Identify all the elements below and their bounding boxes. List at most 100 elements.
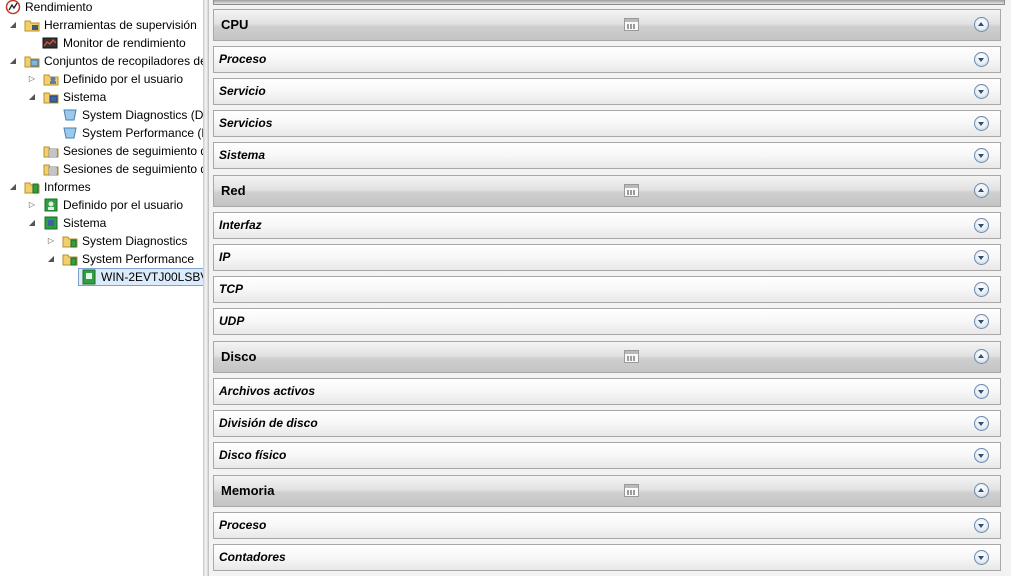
expand-button-icon[interactable] bbox=[974, 218, 989, 233]
tree-item-sistema-informes[interactable]: ◢ Sistema bbox=[0, 214, 200, 232]
tree-item-label: Conjuntos de recopiladores de bbox=[44, 54, 203, 68]
tree-item-label: Rendimiento bbox=[25, 0, 93, 14]
expand-arrow-icon[interactable]: ◢ bbox=[8, 178, 18, 196]
section-disco[interactable]: Disco bbox=[213, 341, 1001, 373]
tree-item-label: Sistema bbox=[63, 90, 107, 104]
expand-arrow-icon[interactable]: ◢ bbox=[8, 52, 18, 70]
subsection-division-disco[interactable]: División de disco bbox=[213, 410, 1001, 437]
tree-item-sesiones-seguimiento-2[interactable]: Sesiones de seguimiento d bbox=[0, 160, 203, 178]
expand-button-icon[interactable] bbox=[974, 116, 989, 131]
report-folder-icon bbox=[62, 251, 78, 267]
section-red[interactable]: Red bbox=[213, 175, 1001, 207]
expand-arrow-icon[interactable]: ◢ bbox=[8, 16, 18, 34]
tree-item-sesiones-seguimiento-1[interactable]: Sesiones de seguimiento d bbox=[0, 142, 203, 160]
user-defined-folder-icon bbox=[43, 71, 59, 87]
section-cpu[interactable]: CPU bbox=[213, 9, 1001, 41]
subsection-title: Proceso bbox=[219, 518, 267, 532]
subsection-title: Interfaz bbox=[219, 218, 262, 232]
tree-item-system-diagnostics[interactable]: System Diagnostics (Di bbox=[0, 106, 203, 124]
tree-item-system-diagnostics-informe[interactable]: ▷ System Diagnostics bbox=[0, 232, 200, 250]
subsection-title: UDP bbox=[219, 314, 245, 328]
reports-folder-icon bbox=[24, 179, 40, 195]
system-reports-icon bbox=[43, 215, 59, 231]
tree-item-sistema[interactable]: ◢ Sistema bbox=[0, 88, 200, 106]
expand-button-icon[interactable] bbox=[974, 550, 989, 565]
collapse-button-icon[interactable] bbox=[974, 483, 989, 498]
tree-item-system-performance[interactable]: System Performance (F bbox=[0, 124, 203, 142]
expand-arrow-icon[interactable]: ◢ bbox=[27, 214, 37, 232]
expand-button-icon[interactable] bbox=[974, 148, 989, 163]
tree-item-conjuntos[interactable]: ◢ Conjuntos de recopiladores de bbox=[0, 52, 203, 70]
subsection-disco-fisico[interactable]: Disco físico bbox=[213, 442, 1001, 469]
section-title: CPU bbox=[221, 17, 249, 32]
tree-item-label: System Diagnostics (Di bbox=[82, 108, 203, 122]
report-pane: CPU Proceso Servicio Servicios Sistema R… bbox=[209, 0, 1011, 576]
collapse-arrow-icon[interactable]: ▷ bbox=[46, 232, 56, 250]
previous-section-edge bbox=[213, 0, 1005, 5]
tree-item-label: Sesiones de seguimiento d bbox=[63, 144, 203, 158]
subsection-title: Contadores bbox=[219, 550, 286, 564]
subsection-proceso[interactable]: Proceso bbox=[213, 46, 1001, 73]
tree-item-rendimiento[interactable]: Rendimiento bbox=[0, 0, 200, 16]
expand-arrow-icon[interactable]: ◢ bbox=[27, 88, 37, 106]
table-view-icon[interactable] bbox=[624, 484, 639, 497]
performance-icon bbox=[5, 0, 21, 15]
expand-button-icon[interactable] bbox=[974, 250, 989, 265]
tree-item-definido-usuario-informes[interactable]: ▷ Definido por el usuario bbox=[0, 196, 200, 214]
tree-item-label: System Performance bbox=[82, 252, 195, 266]
collector-sets-icon bbox=[24, 53, 40, 69]
table-view-icon[interactable] bbox=[624, 350, 639, 363]
tree-item-report-selected[interactable]: WIN-2EVTJ00LSBV_ bbox=[78, 268, 203, 286]
subsection-proceso-memoria[interactable]: Proceso bbox=[213, 512, 1001, 539]
tree-item-label: Definido por el usuario bbox=[63, 72, 184, 86]
expand-button-icon[interactable] bbox=[974, 384, 989, 399]
tree-item-herramientas[interactable]: ◢ Herramientas de supervisión bbox=[0, 16, 200, 34]
subsection-title: IP bbox=[219, 250, 231, 264]
tree-item-label: Definido por el usuario bbox=[63, 198, 184, 212]
tree-item-label: System Diagnostics bbox=[82, 234, 188, 248]
expand-button-icon[interactable] bbox=[974, 448, 989, 463]
navigation-tree: Rendimiento ◢ Herramientas de supervisió… bbox=[0, 0, 203, 576]
collapse-button-icon[interactable] bbox=[974, 183, 989, 198]
section-memoria[interactable]: Memoria bbox=[213, 475, 1001, 507]
subsection-title: Sistema bbox=[219, 148, 266, 162]
section-title: Disco bbox=[221, 349, 257, 364]
subsection-udp[interactable]: UDP bbox=[213, 308, 1001, 335]
subsection-title: TCP bbox=[219, 282, 243, 296]
subsection-servicios[interactable]: Servicios bbox=[213, 110, 1001, 137]
trace-session-icon bbox=[43, 143, 59, 159]
subsection-title: Disco físico bbox=[219, 448, 287, 462]
table-view-icon[interactable] bbox=[624, 18, 639, 31]
subsection-servicio[interactable]: Servicio bbox=[213, 78, 1001, 105]
subsection-tcp[interactable]: TCP bbox=[213, 276, 1001, 303]
tree-item-monitor-rendimiento[interactable]: Monitor de rendimiento bbox=[0, 34, 200, 52]
tree-item-label: Sistema bbox=[63, 216, 107, 230]
expand-button-icon[interactable] bbox=[974, 518, 989, 533]
subsection-sistema[interactable]: Sistema bbox=[213, 142, 1001, 169]
expand-button-icon[interactable] bbox=[974, 416, 989, 431]
section-title: Red bbox=[221, 183, 246, 198]
subsection-title: Servicios bbox=[219, 116, 273, 130]
collapse-arrow-icon[interactable]: ▷ bbox=[27, 196, 37, 214]
collapse-arrow-icon[interactable]: ▷ bbox=[27, 70, 37, 88]
subsection-title: Proceso bbox=[219, 52, 267, 66]
report-icon bbox=[81, 269, 97, 285]
subsection-interfaz[interactable]: Interfaz bbox=[213, 212, 1001, 239]
subsection-archivos-activos[interactable]: Archivos activos bbox=[213, 378, 1001, 405]
expand-arrow-icon[interactable]: ◢ bbox=[46, 250, 56, 268]
expand-button-icon[interactable] bbox=[974, 52, 989, 67]
expand-button-icon[interactable] bbox=[974, 282, 989, 297]
tree-item-informes[interactable]: ◢ Informes bbox=[0, 178, 200, 196]
tree-item-system-performance-informe[interactable]: ◢ System Performance bbox=[0, 250, 200, 268]
table-view-icon[interactable] bbox=[624, 184, 639, 197]
trace-session-icon bbox=[43, 161, 59, 177]
subsection-ip[interactable]: IP bbox=[213, 244, 1001, 271]
tree-item-definido-usuario[interactable]: ▷ Definido por el usuario bbox=[0, 70, 200, 88]
folder-tools-icon bbox=[24, 17, 40, 33]
expand-button-icon[interactable] bbox=[974, 314, 989, 329]
collapse-button-icon[interactable] bbox=[974, 17, 989, 32]
subsection-contadores[interactable]: Contadores bbox=[213, 544, 1001, 571]
expand-button-icon[interactable] bbox=[974, 84, 989, 99]
collapse-button-icon[interactable] bbox=[974, 349, 989, 364]
section-title: Memoria bbox=[221, 483, 275, 498]
